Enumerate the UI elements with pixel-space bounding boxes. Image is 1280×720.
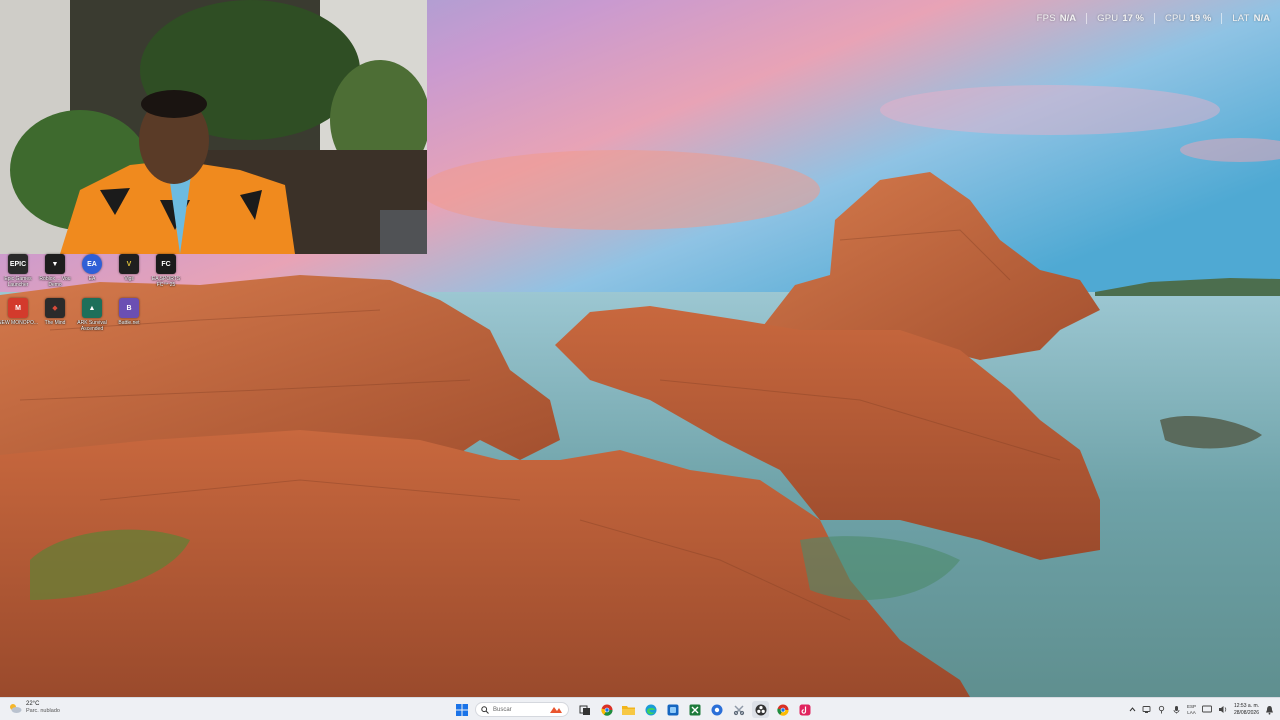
- clock-time: 12:53 a. m.: [1233, 702, 1259, 709]
- search-highlight-icon: [550, 706, 562, 713]
- fps-stat: FPS N/A: [1027, 13, 1086, 24]
- taskbar-app-excel[interactable]: [686, 701, 703, 718]
- taskbar-app-edge-beta[interactable]: [708, 701, 725, 718]
- battlenet-icon: B: [119, 298, 139, 318]
- desktop-icon-label: EA SPORTS FC™ 25: [151, 276, 181, 288]
- chrome-icon: [600, 704, 613, 716]
- desktop-icon-label: ARK Survival Ascended: [77, 320, 107, 332]
- latency-stat: LAT N/A: [1222, 13, 1270, 24]
- desktop-icon-ea-sports-fc[interactable]: FC EA SPORTS FC™ 25: [148, 254, 184, 288]
- partly-cloudy-icon: [10, 704, 22, 713]
- latency-value: N/A: [1253, 12, 1270, 24]
- taskbar-search[interactable]: Buscar: [475, 702, 569, 717]
- fps-label: FPS: [1036, 12, 1056, 24]
- taskbar-app-edge[interactable]: [642, 701, 659, 718]
- desktop-icon-battlenet[interactable]: B Battle.net: [111, 298, 147, 332]
- desktop-icon-label: Roblox ... Vou Demo: [39, 276, 71, 288]
- desktop-icon-ea[interactable]: EA EA: [74, 254, 110, 288]
- windows-icon: [455, 703, 468, 716]
- file-explorer-icon: [622, 706, 635, 715]
- performance-overlay: FPS N/A GPU 17 % CPU 19 % LAT N/A: [1027, 11, 1270, 25]
- gpu-stat: GPU 17 %: [1087, 13, 1154, 24]
- language-indicator[interactable]: ESP LAA: [1187, 704, 1196, 716]
- taskbar-app-chrome[interactable]: [598, 701, 615, 718]
- network-icon[interactable]: [1142, 705, 1151, 714]
- tiktok-icon: [799, 704, 810, 715]
- the-mind-icon: ◆: [45, 298, 65, 318]
- desktop-icon-label: Epic Games Launcher: [4, 276, 32, 288]
- desktop-icon-roblox[interactable]: ▼ Roblox ... Vou Demo: [37, 254, 73, 288]
- cpu-label: CPU: [1164, 12, 1186, 24]
- search-icon: [481, 705, 489, 714]
- desktop-icon-label: NEW MONOPO...: [0, 320, 38, 326]
- vigil-icon: V: [119, 254, 139, 274]
- fps-value: N/A: [1059, 12, 1077, 24]
- taskbar-app[interactable]: [576, 701, 593, 718]
- taskbar-clock[interactable]: 12:53 a. m. 28/08/2026: [1234, 703, 1259, 717]
- desktop-icon-label: The Mind: [44, 320, 66, 326]
- desktop-icon-label: EA: [88, 276, 96, 282]
- notification-bell-icon[interactable]: [1265, 705, 1274, 715]
- desktop-icon-vigil[interactable]: V Vigil: [111, 254, 147, 288]
- task-view-icon: [579, 705, 590, 715]
- desktop-icon-monopoly[interactable]: M NEW MONOPO...: [0, 298, 38, 332]
- clock-date: 28/08/2026: [1233, 709, 1259, 716]
- weather-widget[interactable]: 22°C Parc. nublado: [8, 701, 60, 715]
- ea-sports-fc-icon: FC: [156, 254, 176, 274]
- display-icon[interactable]: [1202, 705, 1212, 714]
- ark-icon: ▲: [82, 298, 102, 318]
- volume-icon[interactable]: [1218, 705, 1228, 714]
- obs-icon: [755, 704, 766, 715]
- location-icon[interactable]: [1157, 705, 1166, 714]
- weather-temperature: 22°C: [26, 701, 40, 707]
- epic-games-icon: EPIC: [8, 254, 28, 274]
- taskbar-app-tiktok[interactable]: [796, 701, 813, 718]
- desktop-icon-ark[interactable]: ▲ ARK Survival Ascended: [74, 298, 110, 332]
- taskbar-app-obs[interactable]: [752, 701, 769, 718]
- app-icon: [733, 704, 744, 715]
- excel-icon: [689, 704, 700, 715]
- gpu-value: 17 %: [1122, 12, 1144, 24]
- desktop-icon-label: Battle.net: [118, 320, 140, 326]
- weather-condition: Parc. nublado: [26, 708, 60, 714]
- chrome-alt-icon: [776, 704, 789, 716]
- webcam-overlay: [0, 0, 427, 254]
- taskbar: 22°C Parc. nublado Buscar ESP LAA 12:53 …: [0, 697, 1280, 720]
- gpu-label: GPU: [1097, 12, 1119, 24]
- desktop-icon-the-mind[interactable]: ◆ The Mind: [37, 298, 73, 332]
- taskbar-app-photos[interactable]: [664, 701, 681, 718]
- keyboard-layout: LAA: [1187, 709, 1196, 715]
- monopoly-icon: M: [8, 298, 28, 318]
- latency-label: LAT: [1232, 12, 1250, 24]
- taskbar-app-snipping[interactable]: [730, 701, 747, 718]
- chevron-up-icon[interactable]: [1129, 706, 1136, 713]
- start-button[interactable]: [453, 701, 470, 718]
- desktop-icon-epic-games[interactable]: EPIC Epic Games Launcher: [0, 254, 36, 288]
- system-tray: ESP LAA 12:53 a. m. 28/08/2026: [1129, 700, 1274, 719]
- taskbar-center: Buscar: [453, 700, 813, 719]
- photos-icon: [667, 704, 678, 715]
- ea-icon: EA: [82, 254, 102, 274]
- taskbar-app-chrome-2[interactable]: [774, 701, 791, 718]
- taskbar-app-explorer[interactable]: [620, 701, 637, 718]
- game-icon: ▼: [45, 254, 65, 274]
- microphone-icon[interactable]: [1172, 705, 1181, 714]
- edge-beta-icon: [711, 704, 722, 715]
- search-placeholder: Buscar: [493, 706, 512, 713]
- cpu-value: 19 %: [1189, 12, 1212, 24]
- cpu-stat: CPU 19 %: [1155, 13, 1221, 24]
- edge-icon: [645, 704, 656, 715]
- desktop-icon-label: Vigil: [124, 276, 134, 282]
